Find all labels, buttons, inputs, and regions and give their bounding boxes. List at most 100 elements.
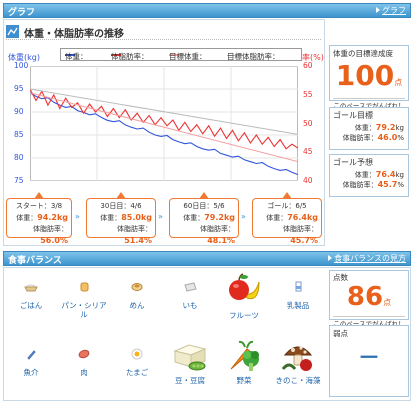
forecast-weight-row: 体重：76.4kg	[330, 170, 408, 180]
milestone-goal-weight: 76.4kg	[287, 213, 318, 222]
left-tick-label: 80	[14, 153, 24, 162]
milestone-goal-fat: 45.7%	[290, 236, 318, 245]
milestone-goal-header: ゴール：6/5	[267, 202, 307, 210]
forecast-weight: 76.4	[375, 170, 396, 179]
milestone-start-fat-label: 体脂肪率：	[33, 225, 68, 233]
legend-label-weight: 体重：	[65, 52, 88, 61]
score-value: 86	[346, 282, 384, 312]
milestone-start-weight: 94.2kg	[37, 213, 68, 222]
milestone-goal-fat-label: 体脂肪率：	[283, 225, 318, 233]
meat-icon	[73, 343, 95, 365]
milestone-day60-weight: 79.2kg	[204, 213, 235, 222]
fruits-icon	[225, 272, 263, 308]
food-item-rice[interactable]: ごはん	[5, 276, 57, 310]
food-item-tofu[interactable]: 豆・豆腐	[164, 339, 216, 385]
milestone-start-weight-row: 体重：94.2kg	[10, 212, 68, 224]
chart-icon	[6, 25, 19, 38]
food-name-noodles: めん	[129, 301, 145, 310]
food-item-bread[interactable]: パン・シリアル	[58, 276, 110, 319]
graph-link-label: グラフ	[382, 6, 406, 15]
left-tick-label: 90	[14, 107, 24, 116]
milestone-day60-header: 60日目：5/6	[183, 202, 225, 210]
forecast-fat: 45.7	[377, 180, 398, 189]
meal-section-title: 食事バランス	[8, 256, 62, 266]
bread-icon	[73, 276, 95, 298]
fish-icon	[20, 343, 42, 365]
right-tick-label: 60	[303, 61, 313, 70]
right-tick-label: 45	[303, 147, 313, 157]
forecast-label: ゴール予想	[333, 158, 373, 167]
left-tick-label: 85	[14, 130, 24, 139]
milestone-day30-fat-label: 体脂肪率：	[117, 225, 152, 233]
score-value-row: 86点	[330, 284, 408, 316]
forecast-weight-unit: kg	[395, 171, 405, 179]
food-name-fruits: フルーツ	[229, 311, 259, 320]
food-name-bread: パン・シリアル	[61, 301, 107, 319]
food-item-mushroom-seaweed[interactable]: きのこ・海藻	[272, 339, 324, 385]
food-item-meat[interactable]: 肉	[58, 343, 110, 377]
milestone-day30-weight: 85.0kg	[121, 213, 152, 222]
graph-section-title: グラフ	[8, 8, 36, 18]
vegetables-icon	[225, 339, 263, 373]
graph-link[interactable]: グラフ	[376, 5, 406, 16]
milestone-day60-weight-row: 体重：79.2kg	[173, 212, 235, 224]
milestone-start-fat: 56.0%	[40, 236, 68, 245]
chart-plot-area	[29, 65, 299, 182]
goal-weight: 79.2	[375, 123, 396, 132]
weak-point-label: 弱点	[333, 329, 348, 338]
food-item-potato[interactable]: いも	[164, 276, 216, 310]
milestone-day30-weight-row: 体重：85.0kg	[90, 212, 152, 224]
milestone-day60: 60日目：5/6 体重：79.2kg 体脂肪率： 48.1%	[169, 192, 239, 245]
meal-balance-guide-link[interactable]: 食事バランスの見方	[328, 253, 406, 264]
food-name-seafood: 魚介	[23, 368, 39, 377]
goal-weight-unit: kg	[395, 124, 405, 132]
chart-legend: 体重： 体脂肪率： 目標体重： 目標体脂肪率：	[60, 48, 302, 61]
food-item-egg[interactable]: たまご	[111, 343, 163, 377]
noodles-icon	[126, 276, 148, 298]
achievement-score-row: 100点	[330, 61, 408, 98]
legend-label-target-weight: 目標体重：	[169, 52, 207, 61]
milestone-goal-weight-label: 体重：	[266, 214, 288, 222]
meal-section-header: 食事バランス 食事バランスの見方	[3, 251, 411, 266]
left-tick-label: 75	[14, 176, 24, 185]
food-name-egg: たまご	[125, 368, 149, 377]
milestone-goal: ゴール：6/5 体重：76.4kg 体脂肪率： 45.7%	[252, 192, 322, 245]
food-item-dairy[interactable]: 乳製品	[272, 276, 324, 310]
milk-icon	[287, 276, 309, 298]
achievement-box: 体重の目標達成度 100点 このペースでがんばれ！	[329, 45, 409, 110]
milestone-start: スタート：3/8 体重：94.2kg 体脂肪率： 56.0%	[6, 192, 72, 245]
goal-fat-label: 体脂肪率：	[342, 134, 378, 142]
chart-title: 体重・体脂肪率の推移	[24, 29, 124, 40]
forecast-fat-unit: %	[397, 181, 404, 189]
legend-label-fat: 体脂肪率：	[111, 52, 149, 61]
food-name-potato: いも	[182, 301, 198, 310]
goal-weight-row: 体重：79.2kg	[330, 123, 408, 133]
right-tick-label: 55	[303, 89, 313, 99]
food-item-fruits[interactable]: フルーツ	[218, 272, 270, 320]
milestone-day60-fat-label: 体脂肪率：	[200, 225, 235, 233]
goal-fat: 46.0	[377, 133, 398, 142]
milestone-day30-fat: 51.4%	[124, 236, 152, 245]
arrow-right-icon	[376, 7, 380, 13]
food-name-meat: 肉	[80, 368, 88, 377]
weak-point-box: 弱点 －	[329, 325, 409, 397]
double-arrow-icon: »	[241, 212, 246, 221]
goal-fat-row: 体脂肪率：46.0%	[330, 133, 408, 143]
rice-bowl-icon	[20, 276, 42, 298]
goal-weight-label: 体重：	[354, 124, 376, 132]
tofu-beans-icon	[171, 339, 209, 373]
legend-item-target-weight: 目標体重：	[169, 50, 207, 61]
milestone-start-weight-label: 体重：	[16, 214, 38, 222]
food-item-vegetables[interactable]: 野菜	[218, 339, 270, 385]
right-tick-label: 50	[303, 118, 313, 128]
food-name-tofu: 豆・豆腐	[175, 376, 205, 385]
score-unit: 点	[383, 298, 392, 307]
food-item-seafood[interactable]: 魚介	[5, 343, 57, 377]
legend-item-weight: 体重：	[65, 50, 88, 61]
food-item-noodles[interactable]: めん	[111, 276, 163, 310]
double-arrow-icon: »	[158, 212, 163, 221]
milestone-day60-weight-label: 体重：	[183, 214, 205, 222]
legend-label-target-fat: 目標体脂肪率：	[227, 52, 280, 61]
milestone-day30-weight-label: 体重：	[100, 214, 122, 222]
milestone-goal-fat-row: 体脂肪率： 45.7%	[256, 224, 318, 247]
